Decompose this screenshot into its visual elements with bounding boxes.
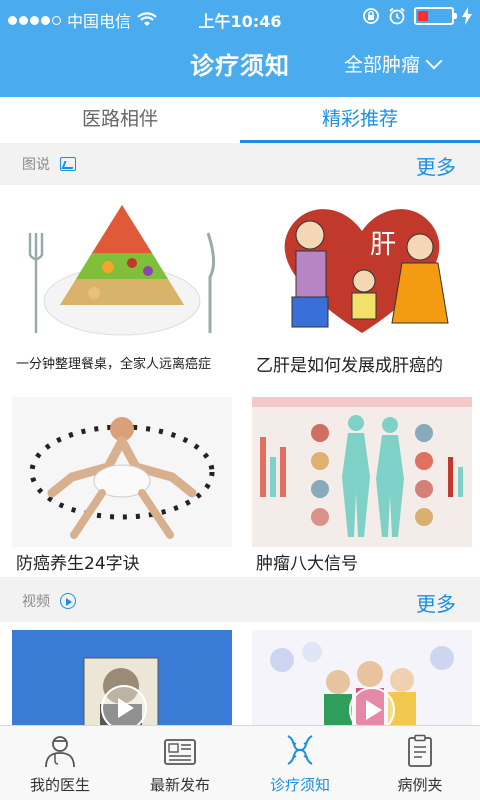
- image-card[interactable]: 防癌养生24字诀: [0, 389, 240, 577]
- hepatitis-family-image: 肝: [252, 193, 472, 343]
- images-more-button[interactable]: 更多: [416, 151, 456, 180]
- images-section-header: 图说 更多: [0, 143, 480, 185]
- videos-section-label: 视频: [22, 594, 50, 610]
- bottom-nav: 我的医生 最新发布 诊疗须知 病例夹: [0, 725, 480, 800]
- video-card[interactable]: [0, 622, 240, 732]
- status-bar: 中国电信 上午10:46: [0, 0, 480, 36]
- app-header: 中国电信 上午10:46 诊疗须知 全部肿瘤: [0, 0, 480, 97]
- chevron-down-icon: [425, 52, 443, 69]
- video-thumbnail-family: [252, 630, 472, 732]
- video-icon: [60, 593, 76, 609]
- nav-label: 我的医生: [29, 776, 90, 794]
- battery-icon: [414, 7, 457, 25]
- tumor-signals-image: [252, 397, 472, 547]
- nav-case-folder[interactable]: 病例夹: [360, 726, 480, 800]
- tumor-filter-dropdown[interactable]: 全部肿瘤: [343, 50, 443, 77]
- clipboard-icon: [408, 734, 432, 767]
- doctor-icon: [45, 736, 75, 768]
- nav-treatment-notes[interactable]: 诊疗须知: [240, 726, 360, 800]
- image-card-caption: 防癌养生24字诀: [16, 554, 140, 574]
- image-card[interactable]: 肝 乙肝是如何发展成肝癌的: [240, 185, 480, 381]
- rotation-lock-icon: [363, 8, 379, 24]
- liver-heart-text: 肝: [370, 230, 396, 260]
- food-pyramid-image: [12, 193, 232, 343]
- charging-icon: [462, 7, 472, 25]
- tab-featured[interactable]: 精彩推荐: [240, 97, 480, 143]
- tab-bar: 医路相伴 精彩推荐: [0, 97, 480, 143]
- nav-label: 诊疗须知: [269, 776, 330, 794]
- image-card[interactable]: 肿瘤八大信号: [240, 389, 480, 577]
- image-card-caption: 肿瘤八大信号: [256, 554, 358, 574]
- nav-my-doctor[interactable]: 我的医生: [0, 726, 120, 800]
- image-card-caption: 一分钟整理餐桌，全家人远离癌症: [16, 357, 212, 372]
- image-card[interactable]: 一分钟整理餐桌，全家人远离癌症: [0, 185, 240, 381]
- tab-doctor-companion[interactable]: 医路相伴: [0, 97, 240, 143]
- image-card-caption: 乙肝是如何发展成肝癌的: [256, 356, 443, 376]
- videos-section-header: 视频 更多: [0, 580, 480, 622]
- videos-more-button[interactable]: 更多: [416, 588, 456, 617]
- yoga-image: [12, 397, 232, 547]
- tumor-filter-label: 全部肿瘤: [343, 54, 420, 76]
- images-grid: 一分钟整理餐桌，全家人远离癌症 肝 乙肝是如何发展成肝癌的 防癌养生24字诀 肿…: [0, 185, 480, 577]
- video-card[interactable]: [240, 622, 480, 732]
- alarm-icon: [389, 7, 405, 25]
- dna-icon: [287, 735, 313, 765]
- videos-grid: [0, 622, 480, 732]
- nav-latest-release[interactable]: 最新发布: [120, 726, 240, 800]
- nav-label: 病例夹: [397, 776, 443, 794]
- images-section-label: 图说: [22, 157, 50, 173]
- newspaper-icon: [164, 739, 196, 765]
- nav-label: 最新发布: [149, 776, 210, 794]
- image-icon: [60, 157, 76, 171]
- video-thumbnail-portrait: [12, 630, 232, 732]
